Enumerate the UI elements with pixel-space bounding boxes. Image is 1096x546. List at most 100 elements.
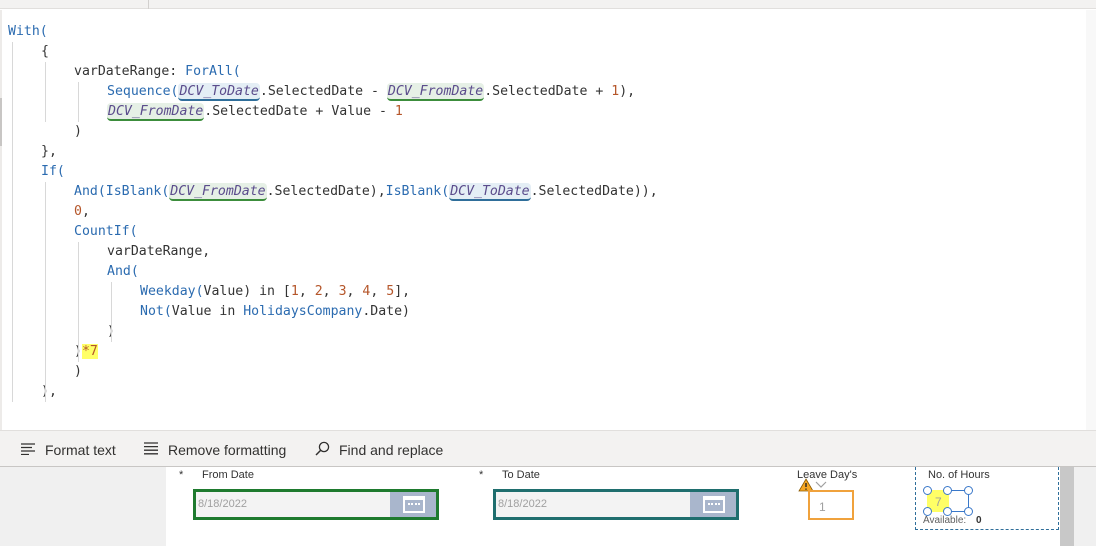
code-token: 1 (394, 104, 403, 119)
code-token: , (346, 284, 363, 299)
indent-guide (78, 82, 79, 122)
code-token: ), (619, 84, 636, 99)
code-token: IsBlank( (105, 184, 170, 199)
from-date-required-mark: * (179, 469, 184, 481)
code-token: 0 (74, 204, 82, 219)
resize-handle-tl[interactable] (923, 486, 932, 495)
find-replace-button[interactable]: Find and replace (315, 440, 443, 460)
from-date-label: From Date (202, 469, 254, 481)
code-token: CountIf( (74, 224, 138, 239)
code-token: { (41, 44, 49, 59)
editor-scrollbar[interactable] (1086, 10, 1096, 430)
from-date-picker[interactable]: 8/18/2022 (193, 489, 439, 520)
leave-days-field[interactable]: 1 (808, 490, 854, 520)
format-text-icon (20, 442, 36, 458)
code-token: IsBlank( (385, 184, 450, 199)
code-token: .SelectedDate), (266, 184, 386, 199)
find-replace-label: Find and replace (339, 442, 444, 458)
remove-formatting-label: Remove formatting (168, 442, 287, 458)
code-token: 1 (611, 84, 620, 99)
canvas-scrollbar[interactable] (1060, 467, 1074, 546)
highlighted-token: *7 (81, 344, 98, 359)
code-token: .SelectedDate - (259, 84, 387, 99)
code-line[interactable]: ) (74, 362, 82, 382)
indent-guide (12, 42, 13, 402)
code-line[interactable]: CountIf( (74, 222, 138, 242)
code-line[interactable]: Weekday(Value) in [1, 2, 3, 4, 5], (140, 282, 410, 302)
to-date-picker[interactable]: 8/18/2022 (493, 489, 739, 520)
hours-field[interactable]: 7 (923, 486, 973, 516)
code-token: ], (394, 284, 411, 299)
code-line[interactable]: If( (41, 162, 65, 182)
remove-formatting-button[interactable]: Remove formatting (143, 440, 286, 460)
code-line[interactable]: Not(Value in HolidaysCompany.Date) (140, 302, 410, 322)
code-token: ForAll( (185, 64, 241, 79)
code-line[interactable]: And(IsBlank(DCV_FromDate.SelectedDate),I… (74, 182, 658, 202)
code-line[interactable]: varDateRange: ForAll( (74, 62, 241, 82)
code-token: And( (107, 264, 139, 279)
code-line[interactable]: 0, (74, 202, 90, 222)
code-token: ) (74, 124, 82, 139)
code-line[interactable]: { (41, 42, 49, 62)
top-divider (148, 0, 149, 9)
control-reference: DCV_FromDate (107, 103, 205, 121)
indent-guide (78, 242, 79, 362)
code-token: .SelectedDate)), (530, 184, 658, 199)
available-value: 0 (976, 515, 982, 526)
code-token: And( (74, 184, 106, 199)
code-line[interactable]: ) (74, 122, 82, 142)
gutter-marker (0, 98, 2, 146)
search-icon (315, 441, 330, 459)
code-token: 1 (290, 284, 299, 299)
code-token: 5 (386, 284, 395, 299)
editor-gutter (0, 10, 2, 430)
format-text-button[interactable]: Format text (20, 440, 116, 460)
calendar-icon[interactable] (690, 492, 736, 517)
code-line[interactable]: }, (41, 142, 57, 162)
code-token: Weekday( (140, 284, 204, 299)
code-line[interactable]: Sequence(DCV_ToDate.SelectedDate - DCV_F… (107, 82, 635, 102)
code-token: HolidaysCompany (243, 304, 363, 319)
code-token: ) (74, 364, 82, 379)
code-token: With( (8, 24, 48, 39)
code-token: , (81, 204, 90, 219)
code-token: }, (41, 144, 57, 159)
calendar-icon[interactable] (390, 492, 436, 517)
from-date-value: 8/18/2022 (198, 498, 247, 510)
code-token: 3 (338, 284, 347, 299)
indent-guide (45, 182, 46, 402)
indent-guide (45, 62, 46, 122)
remove-formatting-icon (143, 442, 159, 458)
code-token: 2 (314, 284, 323, 299)
code-token: Value) in [ (203, 284, 291, 299)
code-token: varDateRange: (74, 64, 186, 79)
code-token: .Date) (362, 304, 410, 319)
control-reference: DCV_FromDate (386, 83, 485, 101)
control-reference: DCV_ToDate (178, 83, 260, 101)
code-token: Not( (140, 304, 172, 319)
code-token: , (370, 284, 387, 299)
to-date-value: 8/18/2022 (498, 498, 547, 510)
resize-handle-tm[interactable] (943, 486, 952, 495)
code-line[interactable]: With( (8, 22, 48, 42)
code-token: .SelectedDate + Value - (204, 104, 395, 119)
code-token: Value in (171, 304, 244, 319)
control-reference: DCV_ToDate (449, 183, 531, 201)
code-line[interactable]: And( (107, 262, 139, 282)
hours-value: 7 (935, 495, 942, 509)
code-token: , (298, 284, 315, 299)
code-token: varDateRange, (107, 244, 211, 259)
code-line[interactable]: ), (41, 382, 57, 402)
to-date-label: To Date (502, 469, 540, 481)
code-token: Sequence( (107, 84, 179, 99)
indent-guide (111, 282, 112, 342)
available-label: Available: (923, 515, 967, 526)
code-line[interactable]: DCV_FromDate.SelectedDate + Value - 1 (107, 102, 403, 122)
code-token: If( (41, 164, 65, 179)
to-date-required-mark: * (479, 469, 484, 481)
code-line[interactable]: varDateRange, (107, 242, 210, 262)
formula-toolbar: Format text Remove formatting Find and r… (0, 430, 1096, 467)
format-text-label: Format text (45, 442, 116, 458)
resize-handle-tr[interactable] (964, 486, 973, 495)
hours-label: No. of Hours (928, 469, 990, 481)
